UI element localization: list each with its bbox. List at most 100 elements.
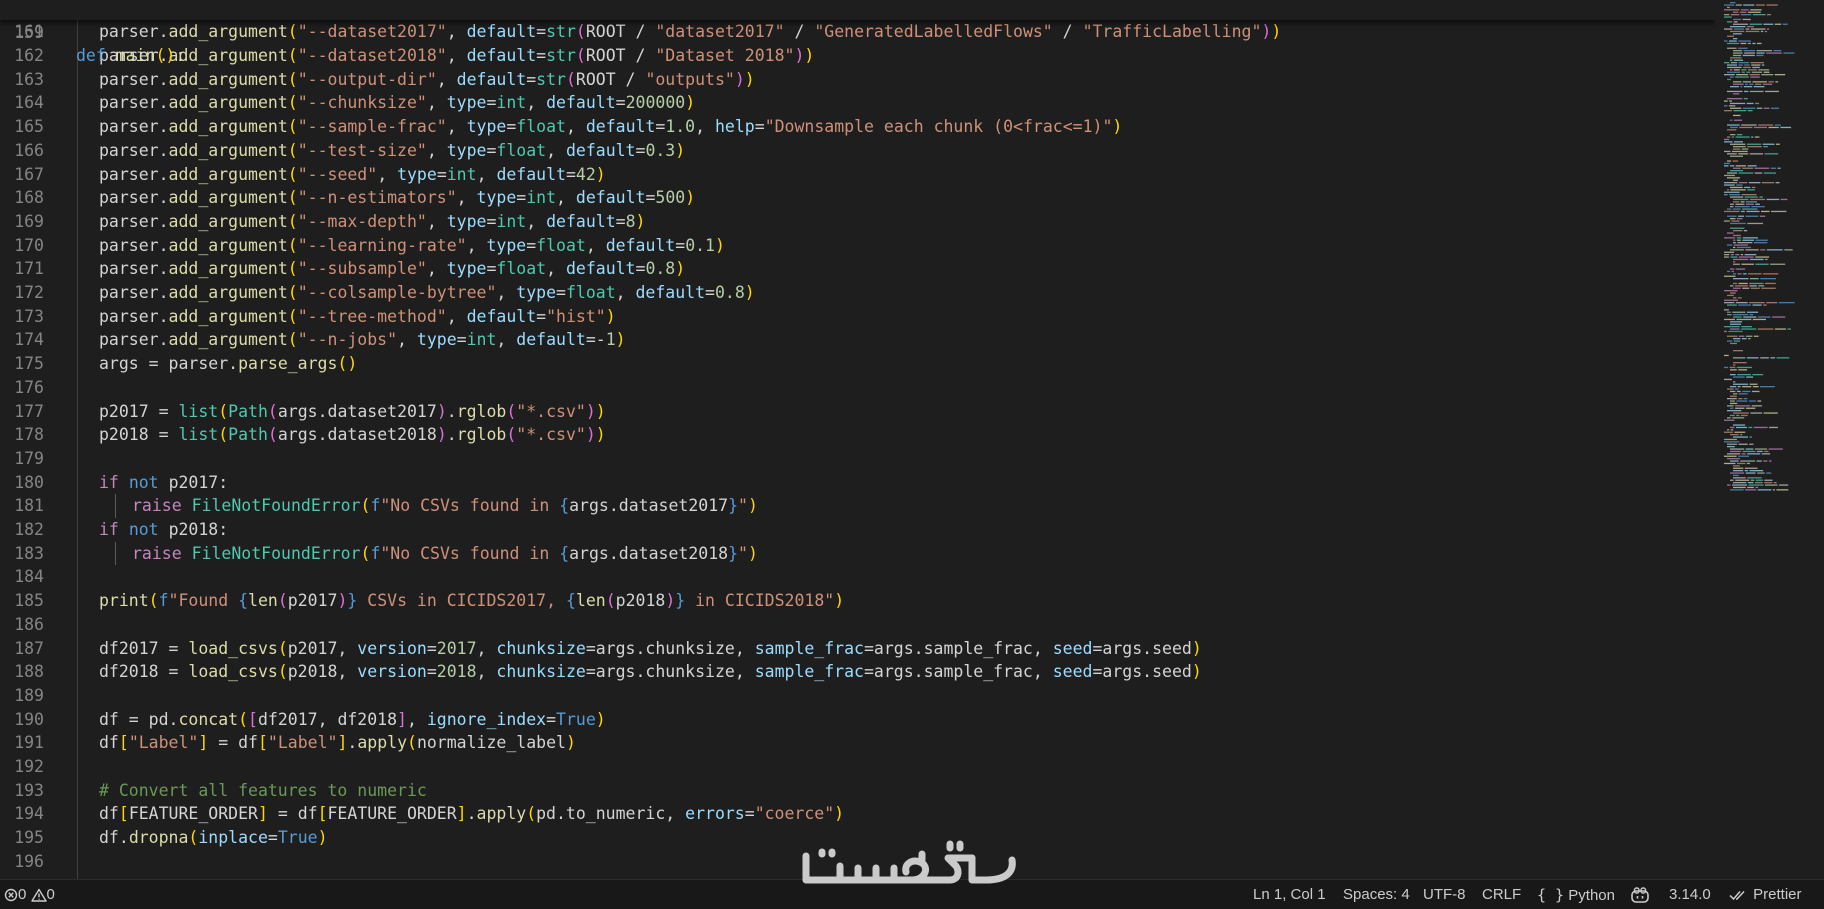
code-line[interactable]: 183 raise FileNotFoundError(f"No CSVs fou… (0, 541, 1715, 566)
code-line[interactable]: 165 parser.add_argument("--sample-frac", … (0, 115, 1715, 139)
code-text: parser.add_argument("--test-size", type=… (99, 139, 685, 163)
sticky-line[interactable]: 159 def main(): (0, 0, 1715, 66)
code-token: , (446, 117, 467, 137)
minimap-mark (1740, 201, 1745, 203)
encoding-setting[interactable]: UTF-8 (1423, 880, 1466, 909)
code-token: type (516, 283, 557, 302)
code-line[interactable]: 171 parser.add_argument("--subsample", ty… (0, 257, 1715, 281)
minimap-mark (1763, 273, 1779, 275)
code-line[interactable]: 194 df[FEATURE_ORDER] = df[FEATURE_ORDER]… (0, 802, 1715, 826)
error-count: 0 (18, 886, 27, 903)
code-token: "--chunksize" (297, 93, 427, 113)
code-editor[interactable]: 161 parser.add_argument("--dataset2017", … (0, 0, 1715, 879)
formatter-status[interactable]: Prettier (1729, 880, 1802, 909)
minimap-mark (1749, 282, 1764, 285)
code-token: = (565, 164, 576, 184)
code-token: ( (287, 140, 298, 160)
code-token: ( (287, 93, 298, 113)
code-token: "--tree-method" (297, 306, 447, 326)
minimap-mark (1733, 350, 1743, 352)
code-line[interactable]: 186 (0, 613, 1715, 637)
minimap-mark (1756, 460, 1762, 462)
minimap-mark (1730, 170, 1743, 172)
code-line[interactable]: 178 p2018 = list(Path(args.dataset2018).r… (0, 423, 1715, 447)
code-token: type (446, 140, 487, 160)
code-line[interactable]: 179 (0, 447, 1715, 471)
code-line[interactable]: 191 df["Label"] = df["Label"].apply(norma… (0, 731, 1715, 755)
minimap-mark (1733, 470, 1744, 472)
code-line[interactable]: 188 df2018 = load_csvs(p2018, version=201… (0, 660, 1715, 684)
code-line[interactable]: 185 print(f"Found {len(p2017)} CSVs in CI… (0, 589, 1715, 613)
code-line[interactable]: 190 df = pd.concat([df2017, df2018], igno… (0, 708, 1715, 732)
code-line[interactable]: 172 parser.add_argument("--colsample-bytr… (0, 281, 1715, 305)
minimap-mark (1749, 470, 1764, 472)
minimap-mark (1746, 201, 1757, 203)
eol-setting[interactable]: CRLF (1482, 880, 1521, 909)
code-token: , (585, 235, 606, 255)
language-mode[interactable]: { } Python (1537, 880, 1615, 909)
code-token: int (496, 211, 527, 231)
minimap[interactable] (1722, 0, 1824, 879)
python-version[interactable]: 3.14.0 (1669, 880, 1711, 909)
minimap-canvas (1724, 2, 1795, 491)
code-line[interactable]: 161 parser.add_argument("--dataset2017", … (0, 20, 1715, 44)
copilot-status[interactable] (1630, 880, 1650, 909)
code-line[interactable]: 182 if not p2018: (0, 518, 1715, 542)
code-token: df = pd. (99, 709, 179, 729)
code-line[interactable]: 175 args = parser.parse_args() (0, 352, 1715, 376)
code-token: not (128, 520, 169, 539)
code-token: =args.sample_frac, (863, 662, 1053, 682)
code-line[interactable]: 176 (0, 376, 1715, 400)
cursor-position[interactable]: Ln 1, Col 1 (1253, 880, 1326, 909)
code-line[interactable]: 168 parser.add_argument("--n-estimators",… (0, 186, 1715, 210)
code-line[interactable]: 164 parser.add_argument("--chunksize", ty… (0, 91, 1715, 115)
minimap-mark (1746, 357, 1759, 359)
code-line[interactable]: 167 parser.add_argument("--seed", type=in… (0, 163, 1715, 187)
sticky-scroll-header[interactable]: 159 def main(): (0, 0, 1715, 66)
double-check-icon (1729, 891, 1745, 901)
code-token: / (1052, 22, 1083, 42)
code-line[interactable]: 184 (0, 565, 1715, 589)
code-token: chunksize (496, 638, 586, 658)
minimap-mark (1756, 450, 1763, 453)
code-token: ( (148, 591, 159, 611)
code-line[interactable]: 170 parser.add_argument("--learning-rate"… (0, 234, 1715, 258)
code-token: , (426, 93, 447, 113)
minimap-mark (1751, 390, 1760, 393)
minimap-mark (1745, 407, 1756, 409)
code-line[interactable]: 181 raise FileNotFoundError(f"No CSVs fou… (0, 494, 1715, 518)
minimap-mark (1727, 244, 1733, 246)
minimap-mark (1730, 165, 1735, 167)
minimap-mark (1747, 42, 1751, 45)
code-line[interactable]: 166 parser.add_argument("--test-size", ty… (0, 139, 1715, 163)
minimap-mark (1738, 40, 1751, 42)
minimap-mark (1746, 376, 1754, 378)
code-line[interactable]: 163 parser.add_argument("--output-dir", d… (0, 68, 1715, 92)
minimap-mark (1730, 450, 1742, 453)
code-token: default (585, 117, 656, 137)
code-line[interactable]: 174 parser.add_argument("--n-jobs", type=… (0, 328, 1715, 352)
minimap-mark (1738, 297, 1742, 299)
minimap-mark (1748, 400, 1756, 402)
minimap-mark (1727, 388, 1734, 390)
indentation-setting[interactable]: Spaces: 4 (1343, 880, 1410, 909)
code-token: , (456, 188, 477, 208)
code-line[interactable]: 192 (0, 755, 1715, 779)
code-line[interactable]: 173 parser.add_argument("--tree-method", … (0, 305, 1715, 329)
code-line[interactable]: 193 # Convert all features to numeric (0, 779, 1715, 803)
minimap-mark (1748, 484, 1764, 486)
code-line[interactable]: 169 parser.add_argument("--max-depth", ty… (0, 210, 1715, 234)
code-line[interactable]: 177 p2017 = list(Path(args.dataset2017).r… (0, 400, 1715, 424)
code-line[interactable]: 162 parser.add_argument("--dataset2018", … (0, 44, 1715, 68)
code-token: args.dataset2017 (277, 401, 437, 421)
code-token: ( (287, 117, 298, 137)
minimap-mark (1740, 42, 1747, 45)
code-line[interactable]: 180 if not p2017: (0, 471, 1715, 495)
line-number: 167 (14, 164, 44, 184)
code-line[interactable]: 189 (0, 684, 1715, 708)
code-token: "--seed" (297, 164, 378, 184)
code-line[interactable]: 187 df2017 = load_csvs(p2017, version=201… (0, 637, 1715, 661)
code-token: add_argument (168, 117, 288, 137)
problems-indicator[interactable]: 0 0 (4, 880, 55, 909)
minimap-mark (1775, 81, 1779, 83)
